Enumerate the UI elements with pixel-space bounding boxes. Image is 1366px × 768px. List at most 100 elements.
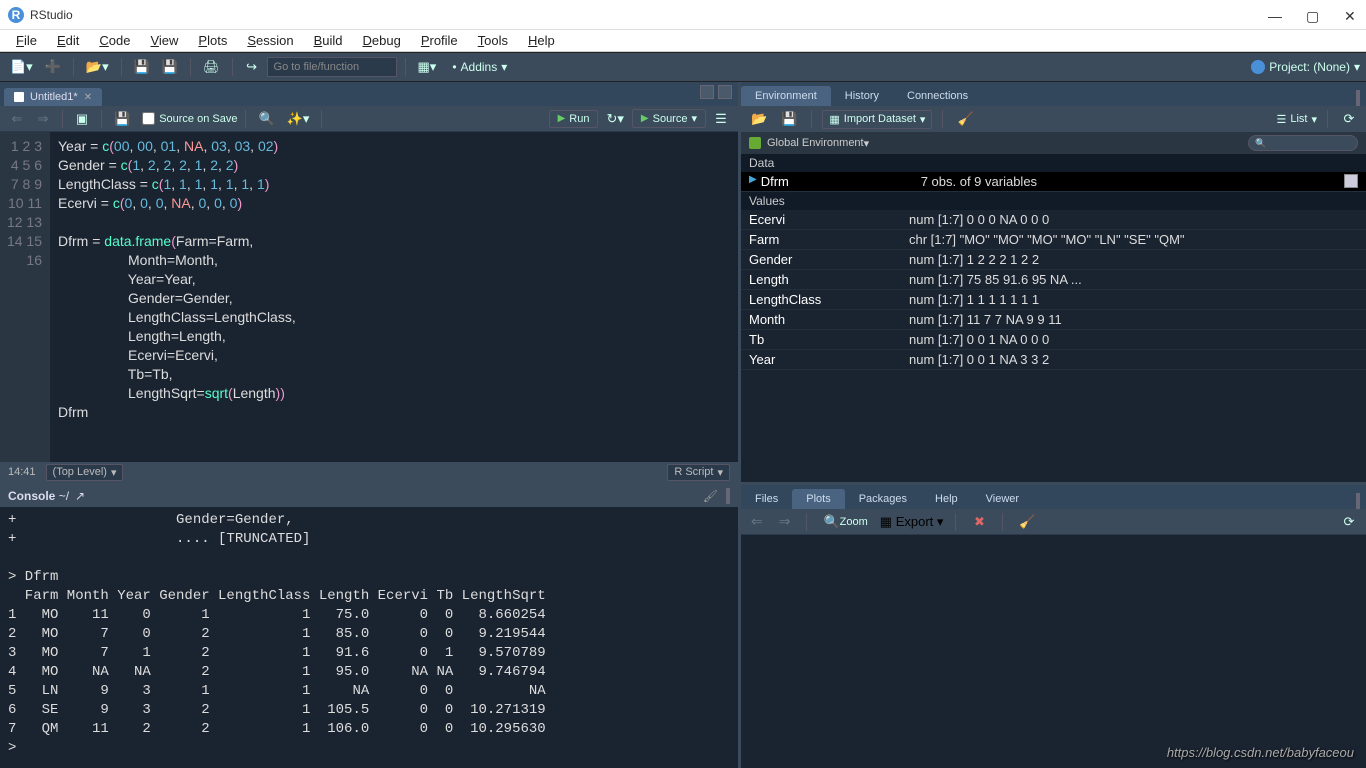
source-tab-untitled[interactable]: Untitled1* ✕ — [4, 88, 102, 106]
maximize-button[interactable]: ▢ — [1306, 8, 1320, 22]
next-plot-button[interactable]: ⇒ — [775, 513, 795, 530]
console-output[interactable]: + Gender=Gender, + .... [TRUNCATED] > Df… — [0, 507, 738, 768]
env-value-row[interactable]: Monthnum [1:7] 11 7 7 NA 9 9 11 — [741, 310, 1366, 330]
tab-plots[interactable]: Plots — [792, 489, 844, 509]
tab-environment[interactable]: Environment — [741, 86, 831, 106]
rerun-button[interactable]: ↻▾ — [602, 108, 627, 130]
tab-viewer[interactable]: Viewer — [972, 489, 1033, 509]
source-on-save-checkbox[interactable] — [142, 112, 155, 125]
grid-button[interactable]: ▦▾ — [414, 56, 441, 78]
tab-packages[interactable]: Packages — [845, 489, 921, 509]
code-editor[interactable]: 1 2 3 4 5 6 7 8 9 10 11 12 13 14 15 16 Y… — [0, 132, 738, 462]
pane-minimize-button[interactable] — [700, 85, 714, 99]
menu-help[interactable]: Help — [520, 31, 563, 50]
wand-button[interactable]: ✨▾ — [283, 108, 314, 130]
menu-tools[interactable]: Tools — [470, 31, 516, 50]
console-title: Console — [8, 489, 55, 503]
r-icon — [749, 137, 761, 149]
menu-edit[interactable]: Edit — [49, 31, 87, 50]
plots-pane: Files Plots Packages Help Viewer ⇐ ⇒ 🔍 Z… — [741, 485, 1366, 768]
save-all-button[interactable]: 💾 — [158, 56, 182, 78]
import-dataset-button[interactable]: ▦ Import Dataset ▾ — [822, 110, 932, 129]
scope-dropdown[interactable]: (Top Level) ▾ — [46, 464, 124, 481]
back-button[interactable]: ⇐ — [6, 108, 28, 130]
console-header: Console ~/ ↗ 🖌 — [0, 485, 738, 507]
source-toolbar: ⇐ ⇒ ▣ 💾 Source on Save 🔍 ✨▾ ▶Run ↻▾ ▶Sou… — [0, 106, 738, 132]
tab-help[interactable]: Help — [921, 489, 972, 509]
goto-file-input[interactable]: Go to file/function — [267, 57, 397, 77]
save-workspace-button[interactable]: 💾 — [777, 108, 801, 130]
menu-plots[interactable]: Plots — [190, 31, 235, 50]
rstudio-icon — [1251, 60, 1265, 74]
remove-plot-button[interactable]: ✖ — [968, 511, 990, 533]
env-value-row[interactable]: Lengthnum [1:7] 75 85 91.6 95 NA ... — [741, 270, 1366, 290]
menu-code[interactable]: Code — [91, 31, 138, 50]
refresh-env-button[interactable]: ⟳ — [1338, 108, 1360, 130]
menu-view[interactable]: View — [142, 31, 186, 50]
view-data-icon[interactable] — [1344, 174, 1358, 188]
plots-canvas — [741, 535, 1366, 768]
show-in-new-window-button[interactable]: ▣ — [71, 108, 93, 130]
tab-connections[interactable]: Connections — [893, 86, 982, 106]
menu-debug[interactable]: Debug — [355, 31, 409, 50]
env-value-row[interactable]: LengthClassnum [1:7] 1 1 1 1 1 1 1 — [741, 290, 1366, 310]
close-tab-icon[interactable]: ✕ — [84, 92, 92, 103]
plots-maximize-button[interactable] — [1358, 493, 1360, 510]
env-tabs: Environment History Connections — [741, 82, 1366, 106]
env-scope-label[interactable]: Global Environment — [767, 137, 864, 149]
language-dropdown[interactable]: R Script ▾ — [667, 464, 730, 481]
clear-plots-button[interactable]: 🧹 — [1015, 511, 1039, 533]
pane-maximize-button[interactable] — [718, 85, 732, 99]
clear-console-icon[interactable]: 🖌 — [703, 489, 718, 503]
menu-build[interactable]: Build — [306, 31, 351, 50]
env-value-row[interactable]: Ecervinum [1:7] 0 0 0 NA 0 0 0 — [741, 210, 1366, 230]
prev-plot-button[interactable]: ⇐ — [747, 513, 767, 530]
print-button[interactable]: 🖨 — [199, 56, 224, 78]
refresh-plots-button[interactable]: ⟳ — [1338, 511, 1360, 533]
source-statusbar: 14:41 (Top Level) ▾ R Script ▾ — [0, 462, 738, 482]
env-value-row[interactable]: Gendernum [1:7] 1 2 2 2 1 2 2 — [741, 250, 1366, 270]
console-path-arrow-icon[interactable]: ↗ — [75, 489, 85, 503]
open-file-button[interactable]: 📂▾ — [82, 56, 113, 78]
zoom-button[interactable]: 🔍 Zoom — [819, 511, 871, 533]
save-button[interactable]: 💾 — [130, 56, 154, 78]
new-file-button[interactable]: 📄▾ — [6, 56, 37, 78]
environment-pane: Environment History Connections 📂 💾 ▦ Im… — [741, 82, 1366, 482]
env-value-row[interactable]: Yearnum [1:7] 0 0 1 NA 3 3 2 — [741, 350, 1366, 370]
project-dropdown[interactable]: Project: (None) ▾ — [1251, 60, 1360, 74]
source-arrow-icon: ▶ — [641, 113, 649, 124]
env-section-data: Data — [741, 154, 1366, 172]
env-data-row[interactable]: ▶Dfrm7 obs. of 9 variables — [741, 172, 1366, 192]
goto-button[interactable]: ↪ — [241, 56, 263, 78]
env-value-row[interactable]: Tbnum [1:7] 0 0 1 NA 0 0 0 — [741, 330, 1366, 350]
outline-button[interactable]: ☰ — [710, 108, 732, 130]
env-search-input[interactable] — [1248, 135, 1358, 151]
env-value-row[interactable]: Farmchr [1:7] "MO" "MO" "MO" "MO" "LN" "… — [741, 230, 1366, 250]
load-workspace-button[interactable]: 📂 — [747, 108, 771, 130]
save-source-button[interactable]: 💾 — [110, 108, 134, 130]
export-button[interactable]: ▦ Export ▾ — [880, 514, 944, 530]
clear-env-button[interactable]: 🧹 — [953, 108, 977, 130]
console-maximize-button[interactable] — [728, 488, 730, 504]
plots-toolbar: ⇐ ⇒ 🔍 Zoom ▦ Export ▾ ✖ 🧹 ⟳ — [741, 509, 1366, 535]
env-view-dropdown[interactable]: ☰ List ▾ — [1276, 113, 1317, 126]
expand-icon[interactable]: ▶ — [749, 174, 757, 189]
menu-profile[interactable]: Profile — [413, 31, 466, 50]
code-content[interactable]: Year = c(00, 00, 01, NA, 03, 03, 02) Gen… — [50, 132, 738, 462]
minimize-button[interactable]: — — [1268, 8, 1282, 22]
menu-session[interactable]: Session — [239, 31, 301, 50]
tab-history[interactable]: History — [831, 86, 893, 106]
menubar: File Edit Code View Plots Session Build … — [0, 30, 1366, 52]
tab-files[interactable]: Files — [741, 489, 792, 509]
addins-dropdown[interactable]: • Addins ▾ — [444, 60, 515, 74]
tab-title: Untitled1* — [30, 91, 78, 103]
run-button[interactable]: ▶Run — [549, 110, 599, 128]
source-button[interactable]: ▶Source ▾ — [632, 109, 706, 128]
forward-button[interactable]: ⇒ — [32, 108, 54, 130]
new-project-button[interactable]: ➕ — [41, 56, 65, 78]
source-pane: Untitled1* ✕ ⇐ ⇒ ▣ 💾 Source on Save 🔍 — [0, 82, 738, 482]
find-button[interactable]: 🔍 — [254, 108, 278, 130]
env-maximize-button[interactable] — [1358, 90, 1360, 107]
menu-file[interactable]: File — [8, 31, 45, 50]
close-button[interactable]: ✕ — [1344, 8, 1358, 22]
